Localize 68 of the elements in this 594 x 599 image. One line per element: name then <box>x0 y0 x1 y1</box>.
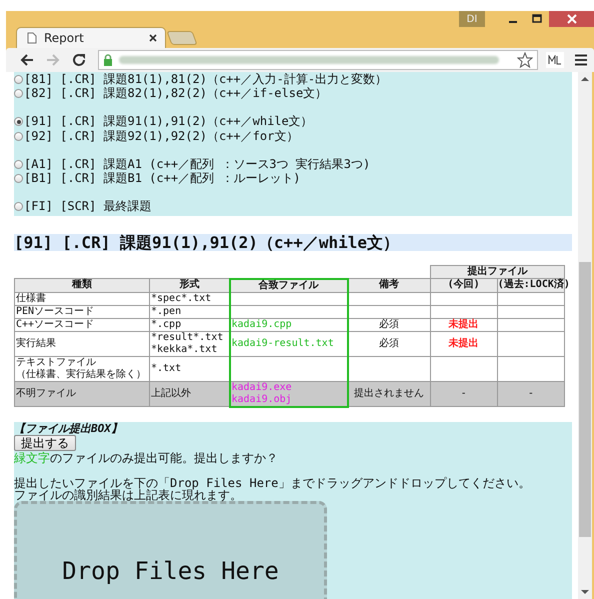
instruction-text: 提出したいファイルを下の「Drop Files Here」までドラッグアンドドロップしてください。 <box>14 476 532 489</box>
table-cell-text: *spec*.txt <box>151 292 212 305</box>
browser-tab[interactable]: Report <box>16 27 166 48</box>
file-name: kadai9.cpp <box>232 318 292 331</box>
note-text: 提出されません <box>354 388 424 399</box>
radio-button[interactable] <box>14 117 23 126</box>
table-cell-text: 実行結果 <box>16 338 56 350</box>
assignment-label: [82] [.CR] 課題82(1),82(2)（c++／if-else文） <box>24 85 328 102</box>
assignment-label: [B1] [.CR] 課題B1 (c++／配列 ：ルーレット) <box>24 170 300 188</box>
scroll-thumb[interactable] <box>579 262 591 537</box>
page-icon <box>27 32 37 44</box>
radio-button[interactable] <box>14 174 23 184</box>
menu-icon[interactable] <box>574 54 588 66</box>
radio-button[interactable] <box>14 74 23 84</box>
table-cell-text: *result*.txt <box>151 332 224 344</box>
column-header: 形式 <box>150 278 230 292</box>
reload-icon[interactable] <box>72 53 86 67</box>
column-header: (今回) <box>430 278 498 292</box>
status-text: - <box>528 388 534 399</box>
assignment-label: [A1] [.CR] 課題A1 (c++／配列 ：ソース3つ 実行結果3つ) <box>24 156 370 172</box>
file-name: kadai9-result.txt <box>232 338 334 350</box>
column-group-header: 提出ファイル <box>430 266 564 279</box>
table-cell-text: *kekka*.txt <box>151 344 218 356</box>
radio-button[interactable] <box>14 202 23 212</box>
status-text: 未提出 <box>448 338 479 349</box>
assignment-label: [FI] [SCR] 最終課題 <box>24 198 152 216</box>
scroll-up-icon[interactable] <box>581 76 589 82</box>
column-header: 備考 <box>348 278 430 292</box>
assignment-label: [92] [.CR] 課題92(1),92(2)（c++／for文） <box>24 128 298 145</box>
star-icon[interactable] <box>517 52 533 68</box>
back-icon[interactable] <box>20 53 34 67</box>
column-header: 合致ファイル <box>230 278 348 292</box>
assignment-heading: [91] [.CR] 課題91(1),91(2)（c++／while文） <box>14 234 572 252</box>
table-cell-text: テキストファイル <box>16 356 96 368</box>
radio-button[interactable] <box>14 132 23 141</box>
extension-icon[interactable] <box>546 52 564 68</box>
note-text: 必須 <box>379 338 399 349</box>
table-cell-text: C++ソースコード <box>16 318 94 331</box>
table-cell-text: *.txt <box>151 362 182 375</box>
lock-icon <box>103 54 113 66</box>
file-name: kadai9.exe <box>232 382 292 394</box>
close-icon <box>566 14 576 24</box>
radio-button[interactable] <box>14 88 23 98</box>
close-tab-icon[interactable] <box>149 34 157 42</box>
instruction-text: ファイルの識別結果は上記表に現れます。 <box>14 488 243 501</box>
file-name: kadai9.obj <box>232 394 292 406</box>
assignment-label: [81] [.CR] 課題81(1),81(2)（c++／入力-計算-出力と変数） <box>24 72 388 87</box>
scroll-down-icon[interactable] <box>581 589 589 595</box>
table-cell-text: （仕様書、実行結果を除く） <box>16 368 146 381</box>
scrollbar[interactable] <box>578 72 592 599</box>
drop-zone[interactable]: Drop Files Here <box>14 500 327 599</box>
table-cell-text: *.cpp <box>151 318 182 331</box>
maximize-icon[interactable] <box>532 14 542 24</box>
assignment-label: [91] [.CR] 課題91(1),91(2)（c++／while文） <box>24 113 313 130</box>
status-text: - <box>460 388 467 399</box>
status-text: 未提出 <box>448 318 479 330</box>
column-header: 種類 <box>14 278 150 292</box>
table-cell-text: 上記以外 <box>151 388 191 400</box>
note-text: 必須 <box>379 318 399 330</box>
table-cell-text: PENソースコード <box>16 306 94 318</box>
submit-button[interactable]: 提出する <box>14 434 76 451</box>
radio-button[interactable] <box>14 160 23 169</box>
submit-note: 緑文字のファイルのみ提出可能。提出しますか？ <box>14 450 279 465</box>
close-button[interactable] <box>549 11 594 27</box>
table-cell-text: 不明ファイル <box>16 388 76 400</box>
table-cell-text: 仕様書 <box>16 292 46 305</box>
box-title: 【ファイル提出BOX】 <box>14 422 123 435</box>
table-cell-text: *.pen <box>151 306 182 318</box>
